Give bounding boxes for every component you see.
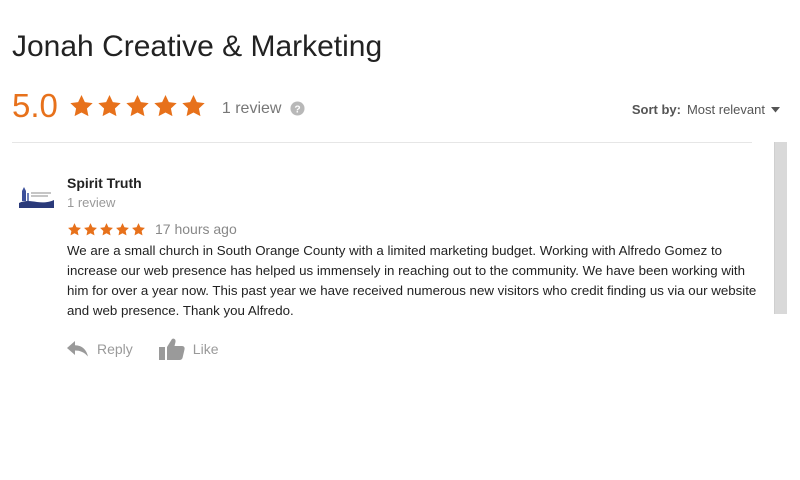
header-divider	[12, 142, 752, 143]
rating-stars	[68, 93, 208, 119]
scrollbar[interactable]	[774, 142, 787, 314]
review-stars	[67, 222, 147, 237]
help-circle-icon[interactable]: ?	[290, 101, 305, 116]
reviewer-name[interactable]: Spirit Truth	[67, 175, 142, 191]
thumbs-up-icon	[158, 338, 185, 360]
star-icon	[98, 94, 121, 117]
reply-label: Reply	[97, 341, 133, 357]
rating-score: 5.0	[12, 87, 58, 124]
star-icon	[126, 94, 149, 117]
star-icon	[132, 222, 145, 235]
star-icon	[182, 94, 205, 117]
star-icon	[116, 222, 129, 235]
review-actions: Reply Like	[67, 338, 218, 360]
review-text: We are a small church in South Orange Co…	[67, 243, 757, 318]
svg-text:?: ?	[295, 104, 301, 115]
review-time: 17 hours ago	[155, 221, 237, 237]
star-icon	[70, 94, 93, 117]
sort-by-value: Most relevant	[686, 102, 765, 117]
like-button[interactable]: Like	[158, 338, 219, 360]
star-icon	[68, 222, 81, 235]
star-icon	[154, 94, 177, 117]
reviews-panel: Jonah Creative & Marketing 5.0 1 review …	[0, 0, 800, 480]
sort-by-label: Sort by:	[631, 102, 681, 117]
avatar[interactable]	[16, 182, 56, 212]
star-icon	[100, 222, 113, 235]
caret-down-icon	[771, 106, 780, 113]
like-label: Like	[192, 341, 219, 357]
reviewer-review-count: 1 review	[67, 195, 116, 210]
sort-by-dropdown[interactable]: Sort by: Most relevant	[632, 102, 780, 117]
review-count-link[interactable]: 1 review	[222, 100, 282, 118]
star-icon	[84, 222, 97, 235]
rating-summary: 5.0 1 review ?	[12, 86, 305, 126]
reply-button[interactable]: Reply	[67, 341, 133, 357]
reply-icon	[67, 341, 89, 357]
business-title: Jonah Creative & Marketing	[12, 30, 383, 63]
review-meta: 17 hours ago	[67, 221, 237, 237]
